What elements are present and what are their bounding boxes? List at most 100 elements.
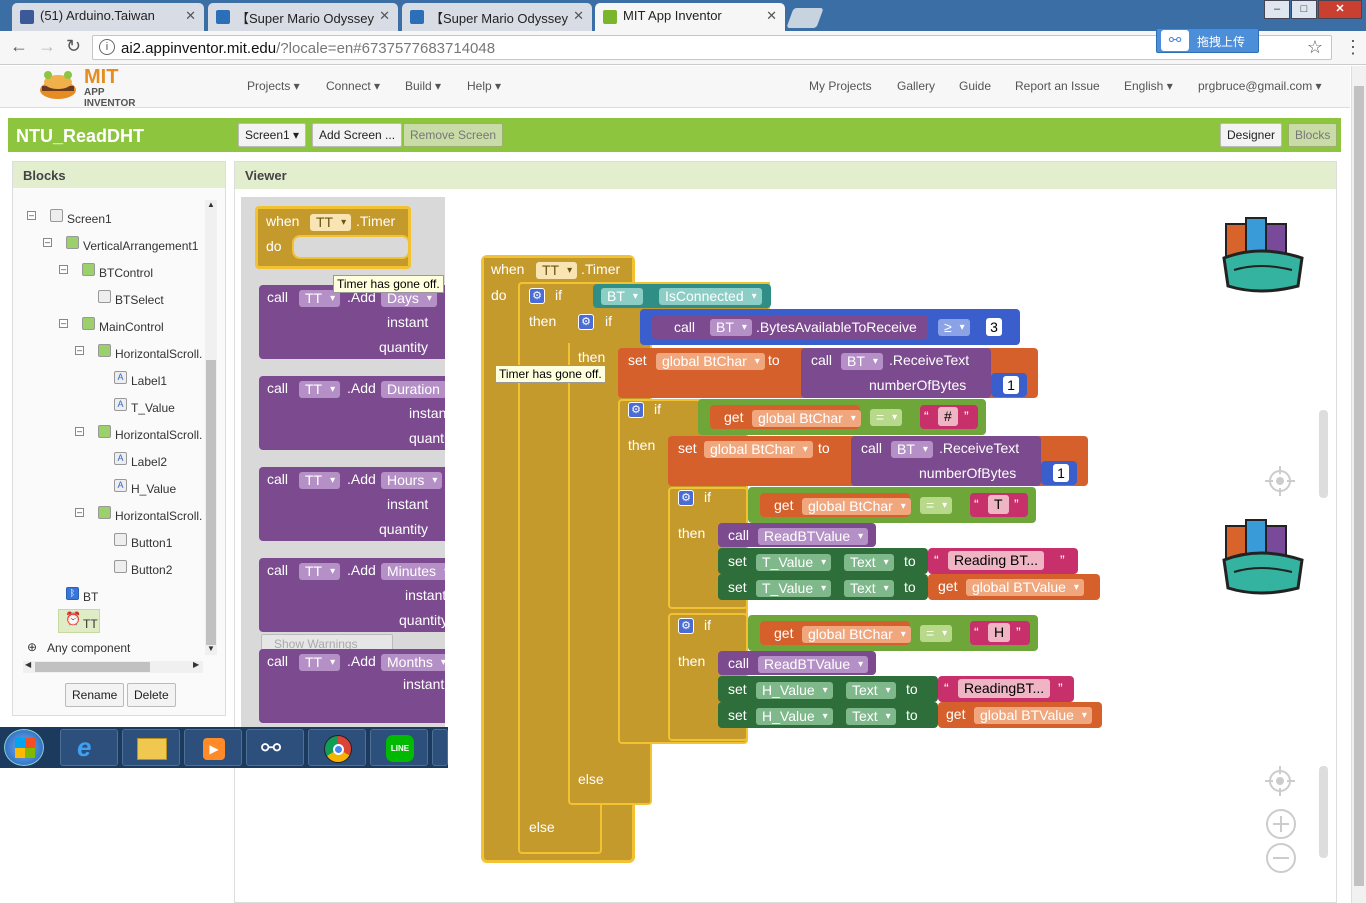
add-screen-button[interactable]: Add Screen ... bbox=[312, 123, 403, 147]
flyout-call-add-minutes-block[interactable]: call TT .Add Minutes instant quantity bbox=[259, 558, 445, 632]
global-btchar-dropdown[interactable]: global BtChar bbox=[752, 410, 861, 427]
global-btvalue-dropdown[interactable]: global BTValue bbox=[974, 707, 1092, 724]
tree-item-label1[interactable]: Label1 bbox=[131, 374, 167, 388]
global-btchar-dropdown[interactable]: global BtChar bbox=[802, 498, 911, 515]
tree-item-any-component[interactable]: Any component bbox=[47, 641, 130, 655]
global-btchar-dropdown[interactable]: global BtChar bbox=[704, 441, 813, 458]
text-hash-block[interactable]: “ # ” bbox=[920, 405, 978, 429]
info-icon[interactable]: i bbox=[99, 39, 115, 55]
set-h-value-text-block[interactable]: set H_Value Text to bbox=[718, 676, 938, 702]
chrome-menu-icon[interactable]: ⋮ bbox=[1344, 37, 1362, 58]
recenter-icon[interactable] bbox=[1265, 766, 1295, 796]
set-global-btchar-block[interactable]: set global BtChar to call BT .ReceiveTex… bbox=[618, 348, 1038, 398]
tree-hscrollbar-thumb[interactable] bbox=[35, 662, 150, 672]
mutator-gear-icon[interactable]: ⚙ bbox=[529, 288, 545, 304]
text-value-reading-t[interactable]: Reading BT... bbox=[948, 551, 1045, 570]
recenter-icon[interactable] bbox=[1265, 466, 1295, 496]
get-global-btvalue-block-2[interactable]: get global BTValue bbox=[938, 702, 1102, 728]
tree-item-btselect[interactable]: BTSelect bbox=[115, 293, 164, 307]
text-h-block[interactable]: “ H ” bbox=[970, 621, 1030, 645]
collapse-toggle[interactable]: – bbox=[43, 238, 52, 247]
workspace-vscroll-thumb[interactable] bbox=[1319, 410, 1328, 498]
close-tab-icon[interactable]: ✕ bbox=[185, 8, 196, 24]
set-t-value-text-block-2[interactable]: set T_Value Text to bbox=[718, 574, 928, 600]
tree-item-h-value[interactable]: H_Value bbox=[131, 482, 176, 496]
tree-item-label2[interactable]: Label2 bbox=[131, 455, 167, 469]
math-compare-block[interactable]: call BT .BytesAvailableToReceive ≥ 3 bbox=[640, 309, 1020, 345]
call-readbtvalue-block[interactable]: call ReadBTValue bbox=[718, 523, 876, 547]
bookmark-star-icon[interactable]: ☆ bbox=[1307, 37, 1323, 58]
bt-dropdown[interactable]: BT bbox=[841, 353, 883, 370]
call-readbtvalue-block-2[interactable]: call ReadBTValue bbox=[718, 651, 876, 675]
menu-gallery[interactable]: Gallery bbox=[897, 79, 935, 93]
delete-button[interactable]: Delete bbox=[127, 683, 176, 707]
number-1[interactable]: 1 bbox=[1053, 464, 1069, 482]
rename-button[interactable]: Rename bbox=[65, 683, 125, 707]
bt-dropdown[interactable]: BT bbox=[710, 319, 752, 336]
readbtvalue-dropdown[interactable]: ReadBTValue bbox=[758, 528, 869, 545]
browser-tab-1[interactable]: (51) Arduino.Taiwan ✕ bbox=[12, 3, 204, 31]
minimize-button[interactable]: – bbox=[1264, 0, 1290, 19]
menu-report-issue[interactable]: Report an Issue bbox=[1015, 79, 1100, 93]
text-reading-bt-block[interactable]: “ Reading BT... ” bbox=[928, 548, 1078, 574]
tree-item-button1[interactable]: Button1 bbox=[131, 536, 172, 550]
designer-button[interactable]: Designer bbox=[1220, 123, 1283, 147]
tree-vscrollbar-thumb[interactable] bbox=[206, 360, 216, 645]
address-bar[interactable]: i ai2.appinventor.mit.edu/?locale=en#673… bbox=[92, 35, 1332, 60]
close-window-button[interactable]: ✕ bbox=[1318, 0, 1362, 19]
taskbar-ie[interactable]: e bbox=[60, 729, 118, 766]
remove-screen-button[interactable]: Remove Screen bbox=[403, 123, 504, 147]
close-tab-icon[interactable]: ✕ bbox=[766, 8, 777, 24]
h-value-dropdown[interactable]: H_Value bbox=[756, 682, 833, 699]
tree-item-btcontrol[interactable]: BTControl bbox=[99, 266, 153, 280]
eq-dropdown[interactable]: = bbox=[920, 625, 953, 642]
tree-vscrollbar[interactable]: ▲ ▼ bbox=[205, 200, 217, 655]
readbtvalue-dropdown[interactable]: ReadBTValue bbox=[758, 656, 869, 673]
close-tab-icon[interactable]: ✕ bbox=[379, 8, 390, 24]
collapse-toggle[interactable]: – bbox=[75, 346, 84, 355]
tree-item-verticalarrangement1[interactable]: VerticalArrangement1 bbox=[83, 239, 198, 253]
number-3[interactable]: 3 bbox=[986, 318, 1002, 336]
scroll-left-icon[interactable]: ◀ bbox=[25, 660, 31, 669]
mutator-gear-icon[interactable]: ⚙ bbox=[678, 618, 694, 634]
text-property-dropdown[interactable]: Text bbox=[846, 682, 896, 699]
zoom-out-icon[interactable] bbox=[1265, 842, 1297, 874]
text-property-dropdown[interactable]: Text bbox=[844, 554, 894, 571]
h-value-dropdown[interactable]: H_Value bbox=[756, 708, 833, 725]
expand-toggle[interactable]: ⊕ bbox=[27, 641, 37, 653]
backpack-icon[interactable] bbox=[1220, 512, 1310, 597]
tree-hscrollbar[interactable]: ◀ ▶ bbox=[23, 660, 203, 673]
back-arrow-icon[interactable]: ← bbox=[10, 36, 28, 57]
maximize-button[interactable]: □ bbox=[1291, 0, 1317, 19]
set-global-btchar-block-2[interactable]: set global BtChar to call BT .ReceiveTex… bbox=[668, 436, 1088, 486]
tt-dropdown[interactable]: TT bbox=[299, 654, 341, 671]
t-value-dropdown[interactable]: T_Value bbox=[756, 554, 832, 571]
flyout-when-timer-block[interactable]: when TT .Timer do bbox=[255, 206, 411, 269]
reload-icon[interactable]: ↻ bbox=[66, 36, 81, 57]
isconnected-dropdown[interactable]: IsConnected bbox=[659, 288, 762, 305]
mutator-gear-icon[interactable]: ⚙ bbox=[578, 314, 594, 330]
bt-dropdown[interactable]: BT bbox=[601, 288, 643, 305]
tree-item-horizontalscroll-1[interactable]: HorizontalScroll. bbox=[115, 347, 202, 361]
menu-projects[interactable]: Projects ▾ bbox=[247, 79, 300, 93]
scroll-down-icon[interactable]: ▼ bbox=[207, 644, 215, 653]
collapse-toggle[interactable]: – bbox=[27, 211, 36, 220]
new-tab-button[interactable] bbox=[786, 8, 824, 28]
browser-tab-4[interactable]: MIT App Inventor ✕ bbox=[595, 3, 785, 31]
call-bytes-available-block[interactable]: call BT .BytesAvailableToReceive bbox=[652, 315, 928, 339]
tt-dropdown[interactable]: TT bbox=[536, 262, 578, 279]
get-global-btchar-block[interactable]: get global BtChar bbox=[760, 621, 911, 645]
page-scrollbar[interactable] bbox=[1351, 66, 1366, 903]
tree-item-tt[interactable]: TT bbox=[83, 617, 98, 631]
eq-dropdown[interactable]: = bbox=[870, 409, 903, 426]
number-block[interactable]: 1 bbox=[991, 373, 1027, 397]
tree-item-button2[interactable]: Button2 bbox=[131, 563, 172, 577]
global-btchar-dropdown[interactable]: global BtChar bbox=[656, 353, 765, 370]
collapse-toggle[interactable]: – bbox=[75, 427, 84, 436]
tt-dropdown[interactable]: TT bbox=[310, 214, 352, 231]
tree-item-t-value[interactable]: T_Value bbox=[131, 401, 175, 415]
mutator-gear-icon[interactable]: ⚙ bbox=[678, 490, 694, 506]
workspace-vscroll-thumb[interactable] bbox=[1319, 766, 1328, 858]
text-value-t[interactable]: T bbox=[988, 495, 1009, 514]
taskbar-line[interactable]: LINE bbox=[370, 729, 428, 766]
